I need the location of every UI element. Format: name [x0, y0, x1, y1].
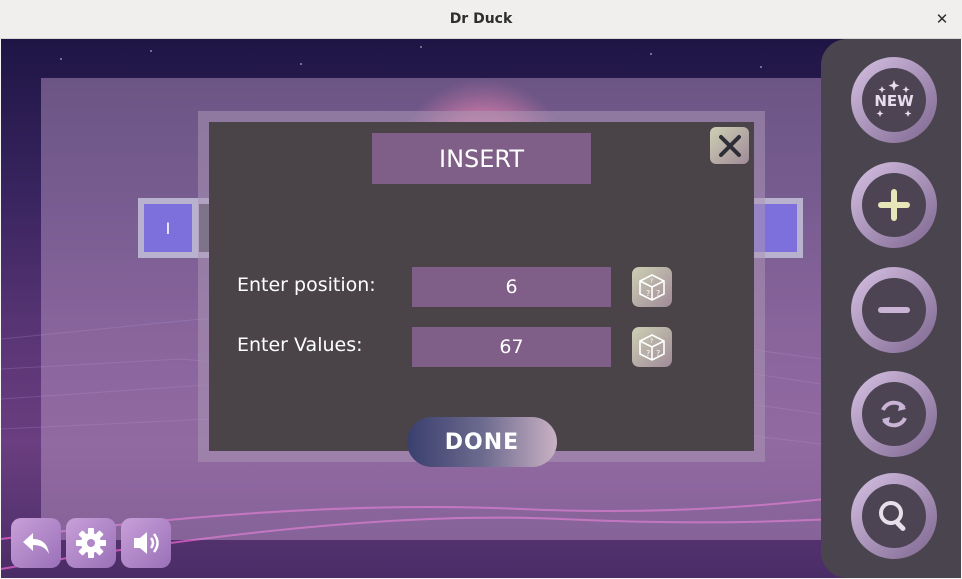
random-position-button[interactable]: ? ? ?: [632, 267, 672, 307]
window-title: Dr Duck: [449, 11, 513, 27]
remove-button[interactable]: [851, 267, 937, 353]
insert-dialog: INSERT Enter position: ? ? ? Enter Value…: [209, 122, 754, 467]
done-button[interactable]: DONE: [407, 417, 557, 467]
new-button[interactable]: NEW: [851, 57, 937, 143]
dialog-title: INSERT: [372, 133, 591, 184]
window-titlebar: Dr Duck ✕: [0, 0, 962, 39]
refresh-icon: [862, 382, 926, 446]
svg-text:?: ?: [646, 349, 650, 358]
svg-text:?: ?: [650, 338, 653, 345]
minus-icon: [862, 278, 926, 342]
position-input[interactable]: [412, 267, 611, 307]
position-label: Enter position:: [237, 274, 376, 296]
sound-button[interactable]: [121, 518, 171, 568]
array-cell[interactable]: I: [144, 204, 192, 252]
dice-icon: ? ? ?: [639, 274, 665, 301]
window-close-button[interactable]: ✕: [932, 9, 952, 29]
random-value-button[interactable]: ? ? ?: [632, 327, 672, 367]
add-button[interactable]: [851, 162, 937, 248]
new-icon: NEW: [862, 68, 926, 132]
values-input[interactable]: [412, 327, 611, 367]
close-icon: [718, 134, 741, 157]
dialog-close-button[interactable]: [710, 127, 749, 164]
back-arrow-icon: [23, 533, 49, 554]
values-label: Enter Values:: [237, 334, 363, 356]
new-label: NEW: [874, 92, 914, 110]
search-button[interactable]: [851, 473, 937, 559]
plus-icon: [862, 173, 926, 237]
settings-button[interactable]: [66, 518, 116, 568]
dice-icon: ? ? ?: [639, 334, 665, 361]
svg-text:?: ?: [656, 289, 660, 298]
game-scene: I 2 3 4 5 6: [1, 39, 961, 578]
svg-text:?: ?: [656, 349, 660, 358]
right-panel: NEW: [821, 39, 961, 578]
svg-text:?: ?: [650, 278, 653, 285]
back-button[interactable]: [11, 518, 61, 568]
svg-text:?: ?: [646, 289, 650, 298]
reset-button[interactable]: [851, 371, 937, 457]
speaker-icon: [134, 532, 159, 554]
gear-icon: [76, 528, 106, 558]
search-icon: [862, 484, 926, 548]
